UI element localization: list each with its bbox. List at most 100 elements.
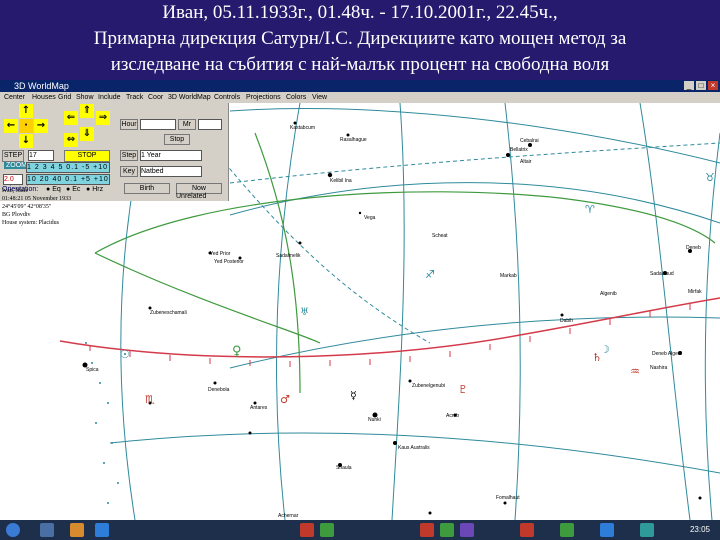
star-label-yed-prior: Yed Prior (210, 251, 231, 257)
info-coords: 24°45'09" 42°08'35" (2, 204, 52, 210)
zoom-option[interactable]: 40 (53, 176, 63, 183)
key-field-select[interactable]: Natbed (140, 166, 202, 177)
star-label-nunki: Nunki (368, 417, 381, 423)
star-label-bellatrix: Bellatrix (510, 147, 528, 153)
star-label-markab: Markab (500, 273, 517, 279)
app-icon[interactable] (460, 523, 474, 537)
zoom-option[interactable]: 4 (51, 164, 56, 171)
step-field-label: Step (120, 150, 138, 161)
star-label-deneb: Deneb (686, 245, 701, 251)
menu-bar: Center Houses Grid Show Include Track Co… (0, 92, 720, 103)
saturn-marker: ♄ (592, 351, 602, 364)
rotate-right-button[interactable]: ⇒ (96, 111, 110, 125)
close-icon[interactable]: × (708, 81, 718, 90)
menu-item-show[interactable]: Show (76, 92, 94, 103)
app-icon[interactable] (40, 523, 54, 537)
zoom-value[interactable]: 2.0 (3, 174, 23, 185)
rotate-down-button[interactable]: ⇓ (80, 127, 94, 141)
move-left-button[interactable]: ← (4, 119, 18, 133)
zoom-row-2[interactable]: 10 20 40 0.1 +5 +10 (26, 174, 110, 185)
zoom-row-1[interactable]: 1 2 3 4 5 0.1 -5 +10 (26, 162, 110, 173)
mr-label[interactable]: Mr (178, 119, 196, 130)
header-line-1: Иван, 05.11.1933г., 01.48ч. - 17.10.2001… (162, 2, 558, 23)
menu-item-projections[interactable]: Projections (246, 92, 281, 103)
menu-item-center[interactable]: Center (4, 92, 25, 103)
app-icon[interactable] (300, 523, 314, 537)
zoom-option[interactable]: 0.1 (65, 176, 78, 183)
app-icon[interactable] (600, 523, 614, 537)
star-label-nashira: Nashira (650, 365, 668, 371)
scorpio-glyph: ♏ (145, 393, 155, 406)
aquarius-glyph: ♒ (630, 365, 640, 378)
window-titlebar[interactable]: 3D WorldMap _ □ × (0, 80, 720, 92)
taskbar-clock[interactable]: 23:05 (690, 525, 710, 534)
header-line-2: Примарна дирекция Сатурн/I.C. Дирекциите… (93, 28, 627, 49)
zoom-option[interactable]: +10 (93, 164, 108, 171)
info-place: BG Plovdiv (2, 212, 31, 218)
app-icon[interactable] (640, 523, 654, 537)
star-label-vega: Vega (364, 215, 376, 221)
center-button[interactable]: · (19, 119, 33, 133)
move-up-button[interactable]: ↑ (19, 104, 33, 118)
zoom-out-button[interactable]: ⇔ (64, 133, 78, 147)
start-icon[interactable] (6, 523, 20, 537)
zoom-option[interactable]: -5 (82, 164, 90, 171)
zoom-option[interactable]: 10 (27, 176, 37, 183)
info-house-system: House system: Placidus (2, 220, 59, 226)
zoom-option[interactable]: +5 (81, 176, 91, 183)
menu-item-coor[interactable]: Coor (148, 92, 163, 103)
window-title: 3D WorldMap (14, 81, 69, 91)
menu-item-include[interactable]: Include (98, 92, 121, 103)
zoom-option[interactable]: 2 (35, 164, 40, 171)
folder-icon[interactable] (70, 523, 84, 537)
star-label-yed-posterior: Yed Posterior (214, 259, 244, 265)
zoom-option[interactable]: 1 (27, 164, 32, 171)
info-name: Ivan, Male (2, 188, 28, 194)
browser-icon[interactable] (95, 523, 109, 537)
unrelated-label: Unrelated (176, 193, 207, 200)
star-label-antares: Antares (250, 405, 268, 411)
sun-marker: ☉ (120, 348, 130, 361)
stop-mode-button[interactable]: Stop (164, 134, 190, 145)
birth-button[interactable]: Birth (124, 183, 170, 194)
zoom-option[interactable]: 5 (58, 164, 63, 171)
app-icon[interactable] (420, 523, 434, 537)
mr-field[interactable] (198, 119, 222, 130)
menu-item-controls[interactable]: Controls (214, 92, 240, 103)
star-label-sadalsuud: Sadalsuud (650, 271, 674, 277)
hour-field[interactable] (140, 119, 176, 130)
app-icon[interactable] (520, 523, 534, 537)
info-datetime: 01:48:21 05 November 1933 (2, 196, 72, 202)
step-label[interactable]: STEP (2, 150, 24, 162)
app-icon[interactable] (320, 523, 334, 537)
step-field-select[interactable]: 1 Year (140, 150, 202, 161)
menu-item-3dworldmap[interactable]: 3D WorldMap (168, 92, 211, 103)
star-label-achernar: Achernar (278, 513, 299, 519)
move-down-button[interactable]: ↓ (19, 134, 33, 148)
app-icon[interactable] (560, 523, 574, 537)
star-label-deneb-algedi: Deneb Algedi (652, 351, 682, 357)
step-value-field[interactable]: 17 (28, 150, 54, 161)
zoom-option[interactable]: +10 (94, 176, 109, 183)
star-label-spica: Spica (86, 367, 99, 373)
menu-item-colors[interactable]: Colors (286, 92, 306, 103)
maximize-icon[interactable]: □ (696, 81, 706, 90)
zoom-option[interactable]: 3 (43, 164, 48, 171)
star-label-algenib: Algenib (600, 291, 617, 297)
zoom-option[interactable]: 20 (40, 176, 50, 183)
stop-button[interactable]: STOP (64, 150, 110, 162)
mercury-marker: ☿ (350, 389, 357, 402)
menu-item-view[interactable]: View (312, 92, 327, 103)
minimize-icon[interactable]: _ (684, 81, 694, 90)
zoom-option[interactable]: 0.1 (66, 164, 79, 171)
star-label-zubeneschamali: Zubeneschamali (150, 310, 187, 316)
hour-label[interactable]: Hour (120, 119, 138, 130)
header-line-3: изследване на събития с най-малък процен… (110, 54, 610, 75)
app-icon[interactable] (440, 523, 454, 537)
move-right-button[interactable]: → (34, 119, 48, 133)
rotate-left-button[interactable]: ⇐ (64, 111, 78, 125)
menu-item-track[interactable]: Track (126, 92, 143, 103)
menu-item-houses[interactable]: Houses (32, 92, 56, 103)
rotate-up-button[interactable]: ⇑ (80, 104, 94, 118)
menu-item-grid[interactable]: Grid (58, 92, 71, 103)
